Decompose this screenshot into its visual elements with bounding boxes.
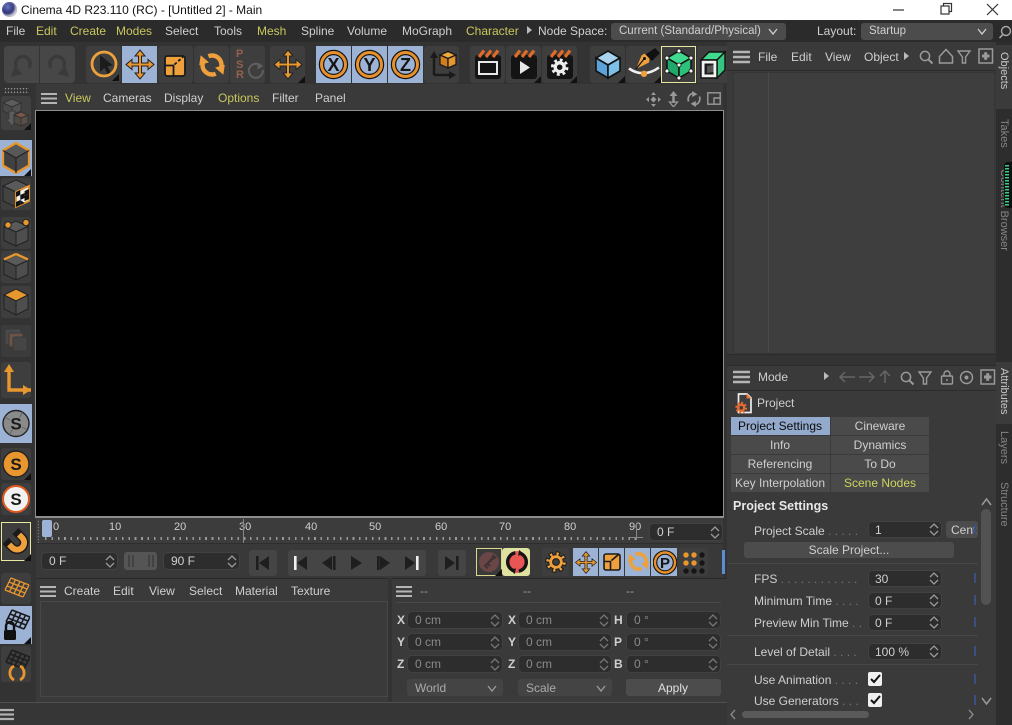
svg-text:Y: Y [363,55,375,75]
svg-text:Z: Z [400,55,411,75]
svg-text:S: S [10,455,21,474]
svg-text:S: S [10,490,21,509]
svg-text:X: X [327,55,339,75]
svg-text:P: P [660,555,670,572]
svg-text:S: S [10,415,21,434]
